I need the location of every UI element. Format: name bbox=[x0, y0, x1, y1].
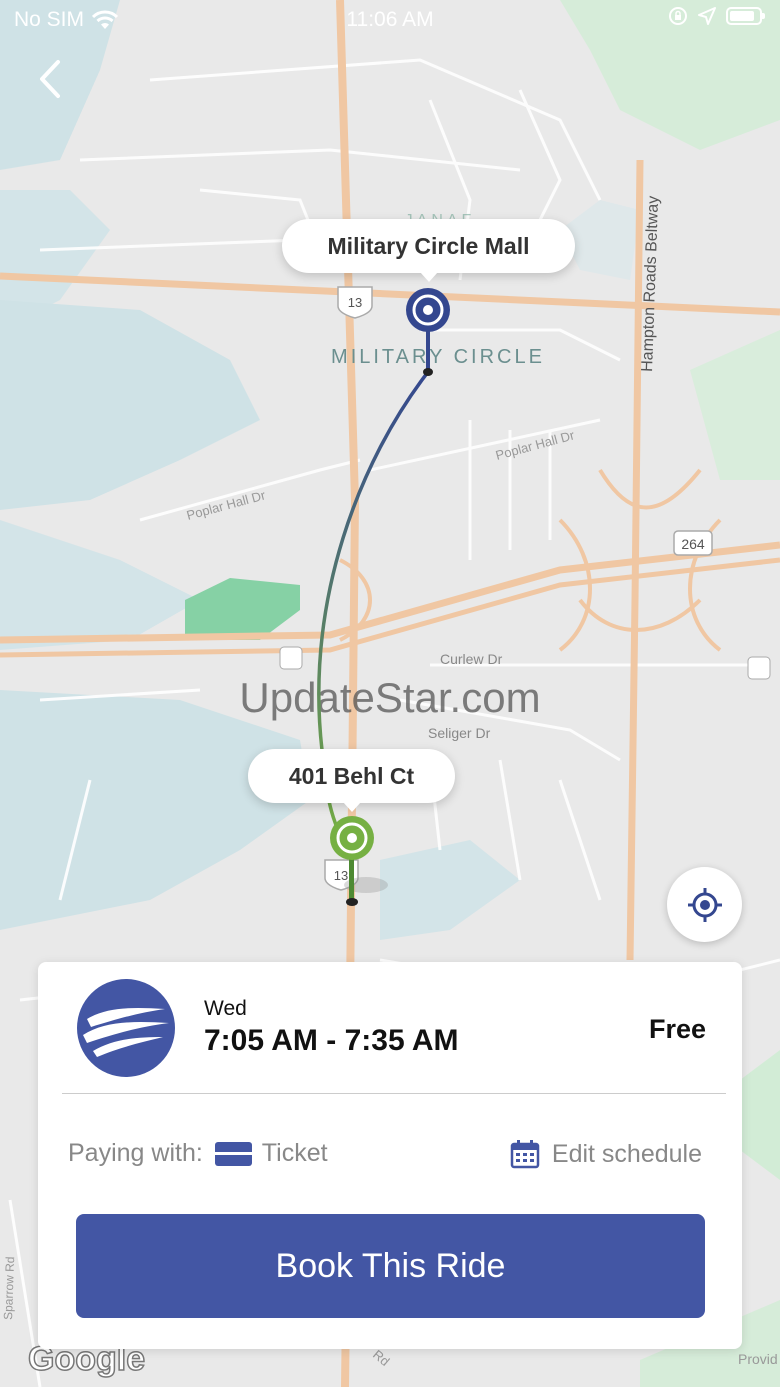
pickup-label-bubble: 401 Behl Ct bbox=[248, 749, 455, 812]
sparrow-rd-label: Sparrow Rd bbox=[1, 1256, 17, 1320]
location-arrow-icon bbox=[698, 7, 716, 25]
ride-price: Free bbox=[648, 1014, 706, 1044]
transit-agency-logo bbox=[77, 979, 175, 1077]
ride-summary-card: Wed 7:05 AM - 7:35 AM Free Paying with: … bbox=[38, 962, 742, 1349]
card-divider bbox=[62, 1093, 726, 1094]
ticket-icon bbox=[214, 1141, 252, 1166]
ride-time-range: 7:05 AM - 7:35 AM bbox=[204, 1024, 459, 1057]
route-264-shield-label: 264 bbox=[681, 536, 705, 552]
recenter-location-button[interactable] bbox=[667, 867, 742, 942]
edit-schedule-button[interactable]: Edit schedule bbox=[510, 1139, 702, 1169]
status-time: 11:06 AM bbox=[346, 8, 434, 31]
seliger-dr-label: Seliger Dr bbox=[428, 725, 491, 741]
calendar-icon bbox=[510, 1140, 540, 1169]
dropoff-label-bubble: Military Circle Mall bbox=[282, 219, 575, 282]
payment-method-label: Ticket bbox=[261, 1139, 328, 1167]
provid-label: Provid bbox=[738, 1351, 778, 1367]
watermark-text: UpdateStar.com bbox=[239, 674, 540, 721]
military-circle-area-label: MILITARY CIRCLE bbox=[331, 346, 545, 368]
status-icons bbox=[668, 6, 765, 26]
paying-with-label: Paying with: bbox=[68, 1139, 203, 1167]
curlew-dr-label: Curlew Dr bbox=[440, 651, 503, 667]
orientation-lock-icon bbox=[669, 7, 687, 25]
edit-schedule-label: Edit schedule bbox=[551, 1139, 702, 1168]
pickup-label: 401 Behl Ct bbox=[288, 763, 415, 789]
wave-logo-icon bbox=[83, 1008, 169, 1057]
battery-icon bbox=[726, 7, 765, 25]
crosshair-icon bbox=[688, 888, 722, 922]
dropoff-label: Military Circle Mall bbox=[327, 233, 530, 259]
status-bar: No SIM 11:06 AM bbox=[0, 0, 780, 40]
route-13-shield-label: 13 bbox=[348, 295, 362, 310]
svg-text:13: 13 bbox=[334, 868, 348, 883]
payment-method-selector[interactable]: Paying with: Ticket bbox=[68, 1139, 328, 1168]
book-ride-button[interactable]: Book This Ride bbox=[76, 1214, 705, 1318]
ride-day: Wed bbox=[204, 997, 247, 1020]
back-chevron-icon[interactable] bbox=[30, 52, 70, 106]
